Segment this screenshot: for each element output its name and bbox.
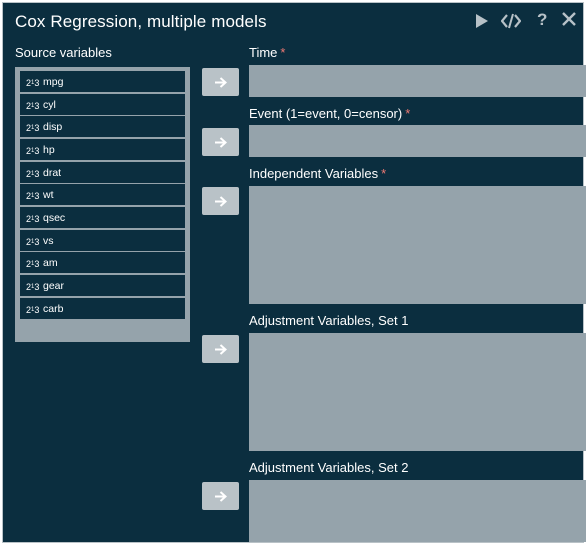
variable-item-drat[interactable]: 213 drat <box>20 162 185 183</box>
variable-item-mpg[interactable]: 213 mpg <box>20 71 185 92</box>
variable-item-cyl[interactable]: 213 cyl <box>20 94 185 115</box>
code-icon[interactable] <box>500 13 522 34</box>
adjustment-set2-label: Adjustment Variables, Set 2 <box>249 460 409 475</box>
required-marker: * <box>405 106 411 121</box>
add-independent-button[interactable] <box>202 187 239 215</box>
variable-item-carb[interactable]: 213 carb <box>20 298 185 319</box>
variable-name: am <box>43 256 58 269</box>
numeric-variable-icon: 213 <box>26 281 40 292</box>
variable-item-wt[interactable]: 213 wt <box>20 184 185 205</box>
numeric-variable-icon: 213 <box>26 304 40 315</box>
dialog-title: Cox Regression, multiple models <box>15 12 267 31</box>
close-icon[interactable] <box>562 12 576 31</box>
event-label: Event (1=event, 0=censor) * <box>249 106 411 121</box>
variable-name: disp <box>43 120 63 133</box>
variable-item-vs[interactable]: 213 vs <box>20 230 185 251</box>
variable-name: hp <box>43 143 55 156</box>
variable-name: wt <box>43 188 54 201</box>
play-icon[interactable] <box>475 14 489 33</box>
numeric-variable-icon: 213 <box>26 145 40 156</box>
numeric-variable-icon: 213 <box>26 236 40 247</box>
adjustment-set1-label: Adjustment Variables, Set 1 <box>249 313 409 328</box>
event-target-box[interactable] <box>249 125 586 157</box>
arrow-right-icon <box>215 76 227 88</box>
analysis-dialog: Cox Regression, multiple models ? Source… <box>2 2 586 543</box>
time-target-box[interactable] <box>249 65 586 97</box>
numeric-variable-icon: 213 <box>26 213 40 224</box>
numeric-variable-icon: 213 <box>26 168 40 179</box>
variable-name: drat <box>43 166 62 179</box>
numeric-variable-icon: 213 <box>26 77 40 88</box>
arrow-right-icon <box>215 343 227 355</box>
required-marker: * <box>381 166 387 181</box>
numeric-variable-icon: 213 <box>26 258 40 269</box>
source-variables-list[interactable]: 213 mpg 213 cyl 213 disp 213 hp 213 drat… <box>15 67 190 342</box>
add-time-button[interactable] <box>202 68 239 96</box>
add-adjustment-set2-button[interactable] <box>202 482 239 510</box>
adjustment-set2-target-box[interactable] <box>249 480 586 542</box>
time-label: Time * <box>249 45 286 60</box>
variable-name: gear <box>43 279 65 292</box>
arrow-right-icon <box>215 136 227 148</box>
add-event-button[interactable] <box>202 128 239 156</box>
required-marker: * <box>280 45 286 60</box>
variable-item-qsec[interactable]: 213 qsec <box>20 207 185 228</box>
variable-item-hp[interactable]: 213 hp <box>20 139 185 160</box>
source-variables-label: Source variables <box>15 45 112 60</box>
independent-target-box[interactable] <box>249 186 586 304</box>
numeric-variable-icon: 213 <box>26 122 40 133</box>
arrow-right-icon <box>215 490 227 502</box>
variable-item-gear[interactable]: 213 gear <box>20 275 185 296</box>
variable-item-disp[interactable]: 213 disp <box>20 116 185 137</box>
variable-name: cyl <box>43 98 56 111</box>
variable-name: vs <box>43 234 54 247</box>
numeric-variable-icon: 213 <box>26 100 40 111</box>
arrow-right-icon <box>215 195 227 207</box>
add-adjustment-set1-button[interactable] <box>202 335 239 363</box>
variable-name: mpg <box>43 75 64 88</box>
variable-name: carb <box>43 302 64 315</box>
variable-name: qsec <box>43 211 66 224</box>
adjustment-set1-target-box[interactable] <box>249 333 586 451</box>
variable-item-am[interactable]: 213 am <box>20 252 185 273</box>
numeric-variable-icon: 213 <box>26 190 40 201</box>
help-icon[interactable]: ? <box>537 10 547 30</box>
independent-variables-label: Independent Variables * <box>249 166 387 181</box>
